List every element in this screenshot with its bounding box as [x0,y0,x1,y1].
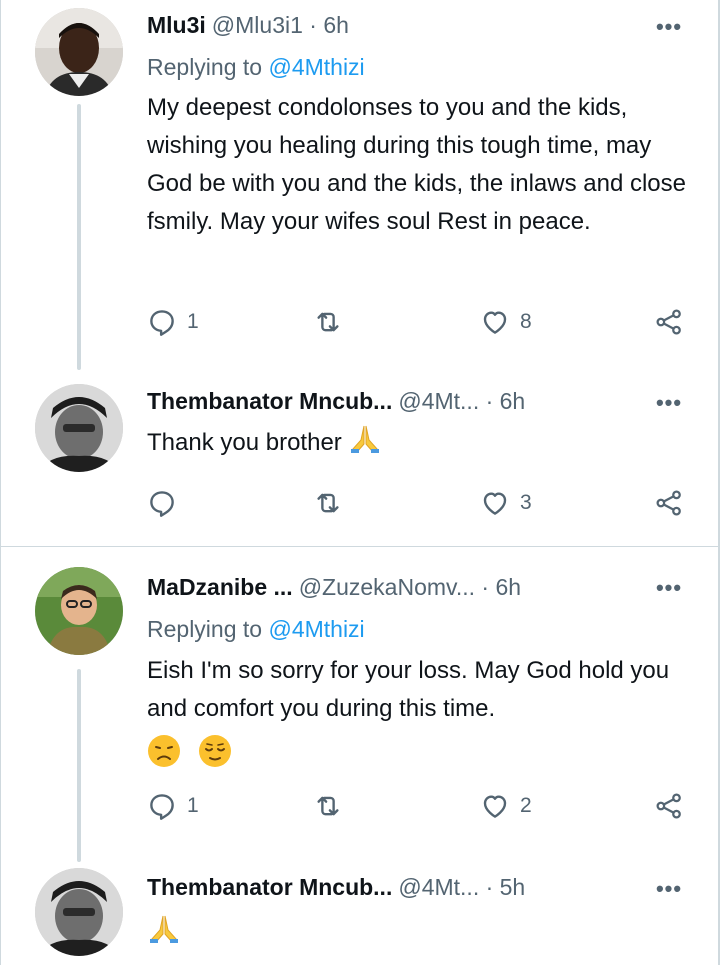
replying-to: Replying to @4Mthizi [147,52,365,82]
like-button[interactable]: 3 [480,486,532,520]
share-icon [656,490,681,516]
reply-icon [150,794,174,820]
reply-count: 1 [187,794,199,817]
avatar[interactable] [35,567,123,655]
share-button[interactable] [654,305,684,339]
folded-hands-emoji-icon [150,915,178,943]
retweet-button[interactable] [313,486,353,520]
retweet-button[interactable] [313,305,353,339]
author-name[interactable]: Thembanator Mncub... [147,874,392,900]
avatar[interactable] [35,8,123,96]
folded-hands-emoji-icon [351,425,380,453]
mention-link[interactable]: @4Mthizi [268,54,364,80]
tweet-actions: 1 8 [147,305,692,339]
author-handle-time[interactable]: @ZuzekaNomv... · 6h [299,574,521,600]
tweet-madzanibe[interactable]: MaDzanibe ... @ZuzekaNomv... · 6h ••• Rep… [0,547,720,862]
tweet-text: Eish I'm so sorry for your loss. May God… [147,652,692,774]
reply-icon [150,310,174,336]
author-name[interactable]: MaDzanibe ... [147,574,293,600]
more-options-icon[interactable]: ••• [654,14,684,39]
share-button[interactable] [654,789,684,823]
share-button[interactable] [654,486,684,520]
reply-icon [150,491,174,517]
tweet-header: Thembanator Mncub... @4Mt... · 6h [147,386,700,416]
tweet-thembanator-reply[interactable]: Thembanator Mncub... @4Mt... · 6h ••• Tha… [0,380,720,545]
like-button[interactable]: 2 [480,789,532,823]
author-handle-time[interactable]: @Mlu3i1 · 6h [212,12,349,38]
reply-button[interactable] [147,486,187,520]
replying-to-label: Replying to [147,54,263,80]
more-options-icon[interactable]: ••• [654,575,684,600]
replying-to-label: Replying to [147,616,263,642]
tweet-header: Thembanator Mncub... @4Mt... · 5h [147,872,700,902]
like-count: 2 [520,794,532,817]
tweet-text: Thank you brother [147,424,692,462]
reply-button[interactable]: 1 [147,305,199,339]
author-handle-time[interactable]: @4Mt... · 6h [398,388,525,414]
reply-count: 1 [187,310,199,333]
author-name[interactable]: Thembanator Mncub... [147,388,392,414]
retweet-icon [317,493,339,513]
retweet-icon [317,796,339,816]
tweet-mlu3i[interactable]: Mlu3i @Mlu3i1 · 6h ••• Replying to @4Mthi… [0,0,720,380]
avatar[interactable] [35,868,123,956]
tweet-thembanator-reply-2[interactable]: Thembanator Mncub... @4Mt... · 5h ••• [0,862,720,965]
tweet-text-content: Eish I'm so sorry for your loss. May God… [147,657,670,722]
replying-to: Replying to @4Mthizi [147,614,365,644]
heart-icon [483,795,507,818]
reply-button[interactable]: 1 [147,789,199,823]
tweet-header: Mlu3i @Mlu3i1 · 6h [147,10,700,40]
tweet-actions: 3 [147,486,692,520]
avatar[interactable] [35,384,123,472]
author-handle-time[interactable]: @4Mt... · 5h [398,874,525,900]
more-options-icon[interactable]: ••• [654,390,684,415]
disappointed-face-emoji-icon [148,735,180,767]
mention-link[interactable]: @4Mthizi [268,616,364,642]
retweet-button[interactable] [313,789,353,823]
tweet-text: My deepest condolonses to you and the ki… [147,94,686,235]
thread-line [77,669,81,862]
heart-icon [483,492,507,515]
share-icon [656,793,681,819]
tweet-text-content: Thank you brother [147,429,342,456]
share-icon [656,309,681,335]
relieved-face-emoji-icon [198,735,231,767]
tweet-actions: 1 2 [147,789,692,823]
more-options-icon[interactable]: ••• [654,876,684,901]
author-name[interactable]: Mlu3i [147,12,206,38]
thread-line [77,104,81,370]
tweet-header: MaDzanibe ... @ZuzekaNomv... · 6h [147,572,700,602]
emoji-row [147,728,692,774]
like-button[interactable]: 8 [480,305,532,339]
like-count: 3 [520,491,532,514]
retweet-icon [317,312,339,332]
tweet-text [147,914,692,952]
like-count: 8 [520,310,532,333]
heart-icon [483,311,507,334]
